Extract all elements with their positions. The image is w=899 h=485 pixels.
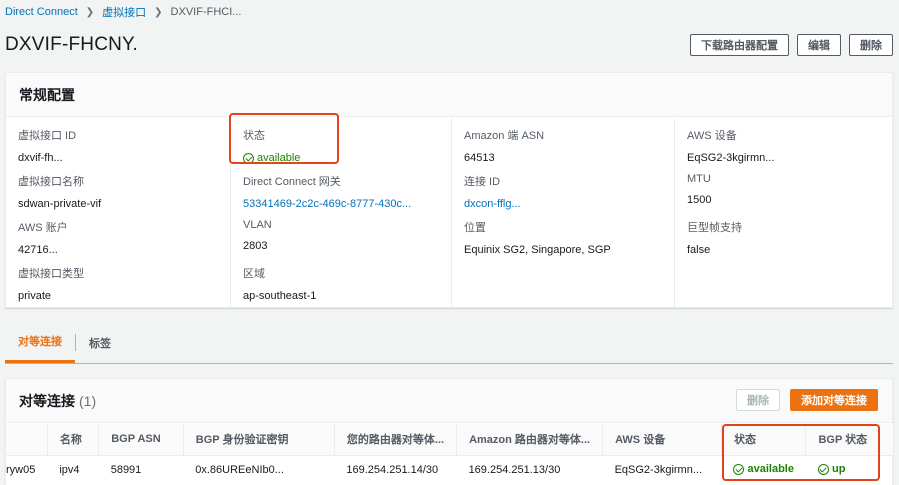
col-header-name[interactable]: 名称 bbox=[46, 424, 99, 456]
dx-gateway-link[interactable]: 53341469-2c2c-469c-8777-430c... bbox=[243, 198, 440, 210]
amazon-asn-value: 64513 bbox=[464, 152, 495, 164]
tab-tags[interactable]: 标签 bbox=[76, 322, 124, 363]
region-label: 区域 bbox=[243, 268, 265, 280]
peerings-title: 对等连接 bbox=[19, 392, 75, 409]
connection-id-label: 连接 ID bbox=[464, 176, 501, 188]
page-title: DXVIF-FHCNY. bbox=[5, 34, 138, 55]
mtu-label: MTU bbox=[687, 173, 711, 185]
aws-device-value: EqSG2-3kgirmn... bbox=[687, 152, 775, 164]
cell-auth-key: 0x.86UREeNIb0... bbox=[195, 464, 284, 477]
vlan-value: 2803 bbox=[243, 240, 268, 252]
region-value: ap-southeast-1 bbox=[243, 290, 317, 302]
chevron-right-icon: ❯ bbox=[85, 6, 95, 18]
breadcrumb: Direct Connect ❯ 虚拟接口 ❯ DXVIF-FHCI... bbox=[5, 4, 241, 20]
aws-device-label: AWS 设备 bbox=[687, 130, 737, 142]
cell-asn: 58991 bbox=[110, 464, 142, 477]
col-header-bgp-asn[interactable]: BGP ASN bbox=[98, 424, 184, 456]
vlan-label: VLAN bbox=[243, 219, 272, 231]
jumbo-value: false bbox=[687, 244, 711, 256]
col-header-bgp-auth-key[interactable]: BGP 身份验证密钥 bbox=[182, 424, 335, 456]
cell-id: ryw05 bbox=[6, 464, 36, 477]
account-value: 42716... bbox=[18, 244, 58, 256]
peering-status-highlight-box bbox=[722, 424, 880, 481]
cell-aws-device: EqSG2-3kgirmn... bbox=[614, 464, 702, 477]
vif-type-value: private bbox=[18, 290, 52, 302]
vif-type-label: 虚拟接口类型 bbox=[18, 268, 84, 280]
download-router-config-button[interactable]: 下载路由器配置 bbox=[690, 34, 789, 56]
col-header-aws-device[interactable]: AWS 设备 bbox=[602, 424, 722, 456]
location-label: 位置 bbox=[464, 222, 486, 234]
cell-name: ipv4 bbox=[59, 464, 80, 477]
cell-amazon-peer: 169.254.251.13/30 bbox=[468, 464, 561, 477]
vif-id-label: 虚拟接口 ID bbox=[18, 130, 77, 142]
connection-id-link[interactable]: dxcon-fflg... bbox=[464, 198, 661, 210]
vif-id-value: dxvif-fh... bbox=[18, 152, 63, 164]
mtu-value: 1500 bbox=[687, 194, 712, 206]
amazon-asn-label: Amazon 端 ASN bbox=[464, 130, 545, 142]
general-config-panel: 常规配置 虚拟接口 ID dxvif-fh... 虚拟接口名称 sdwan-priv… bbox=[5, 72, 893, 308]
header-actions: 下载路由器配置 编辑 删除 bbox=[690, 34, 893, 56]
column-3: Amazon 端 ASN 64513 连接 ID dxcon-fflg... 位置 E… bbox=[451, 118, 661, 307]
vif-name-label: 虚拟接口名称 bbox=[18, 176, 84, 188]
delete-button[interactable]: 删除 bbox=[849, 34, 893, 56]
edit-button[interactable]: 编辑 bbox=[797, 34, 841, 56]
delete-peering-button[interactable]: 删除 bbox=[736, 389, 780, 411]
col-header-id bbox=[6, 424, 48, 456]
column-1: 虚拟接口 ID dxvif-fh... 虚拟接口名称 sdwan-private-v… bbox=[18, 118, 218, 307]
jumbo-label: 巨型帧支持 bbox=[687, 222, 742, 234]
state-highlight-box bbox=[229, 113, 339, 164]
general-config-title: 常规配置 bbox=[6, 73, 892, 117]
vif-name-value: sdwan-private-vif bbox=[18, 198, 102, 210]
breadcrumb-current: DXVIF-FHCI... bbox=[170, 6, 242, 18]
peerings-count: (1) bbox=[79, 392, 97, 409]
col-header-your-router-peer[interactable]: 您的路由器对等体... bbox=[333, 424, 457, 456]
account-label: AWS 账户 bbox=[18, 222, 68, 234]
cell-your-peer: 169.254.251.14/30 bbox=[346, 464, 439, 477]
breadcrumb-virtual-interfaces[interactable]: 虚拟接口 bbox=[102, 4, 146, 20]
tab-bar: 对等连接 标签 bbox=[5, 322, 893, 364]
location-value: Equinix SG2, Singapore, SGP bbox=[464, 244, 611, 256]
chevron-right-icon: ❯ bbox=[154, 6, 163, 18]
dx-gateway-label: Direct Connect 网关 bbox=[243, 176, 341, 188]
tab-peering[interactable]: 对等连接 bbox=[5, 322, 75, 363]
breadcrumb-direct-connect[interactable]: Direct Connect bbox=[5, 6, 78, 18]
add-peering-button[interactable]: 添加对等连接 bbox=[790, 389, 878, 411]
col-header-amazon-router-peer[interactable]: Amazon 路由器对等体... bbox=[456, 424, 603, 456]
column-4: AWS 设备 EqSG2-3kgirmn... MTU 1500 巨型帧支持 fals… bbox=[674, 118, 884, 307]
